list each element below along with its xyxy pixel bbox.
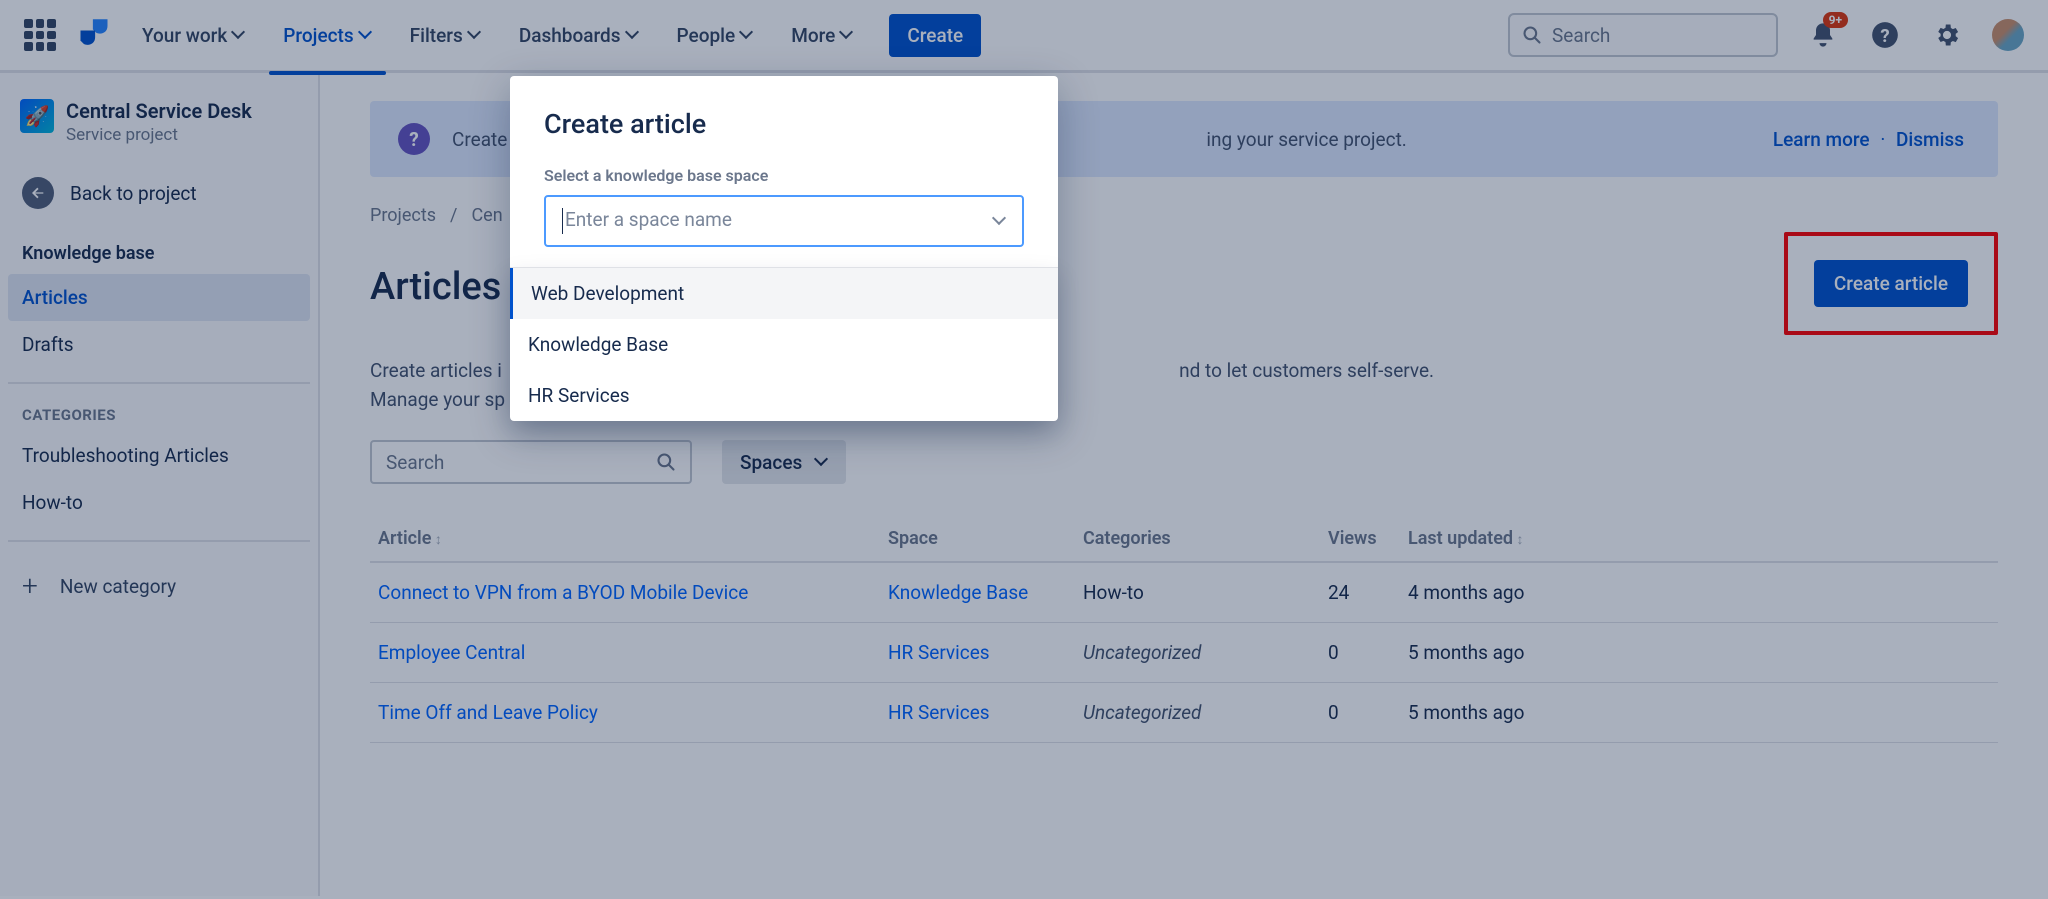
- chevron-down-icon: [994, 215, 1006, 227]
- space-option[interactable]: HR Services: [510, 370, 1058, 421]
- create-article-modal: Create article Select a knowledge base s…: [510, 76, 1058, 421]
- space-option[interactable]: Knowledge Base: [510, 319, 1058, 370]
- space-placeholder: Enter a space name: [565, 208, 732, 231]
- space-option[interactable]: Web Development: [510, 268, 1058, 319]
- modal-title: Create article: [544, 108, 1024, 140]
- space-select-input[interactable]: Enter a space name: [544, 195, 1024, 247]
- modal-field-label: Select a knowledge base space: [544, 166, 1024, 185]
- space-options-list: Web Development Knowledge Base HR Servic…: [510, 267, 1058, 421]
